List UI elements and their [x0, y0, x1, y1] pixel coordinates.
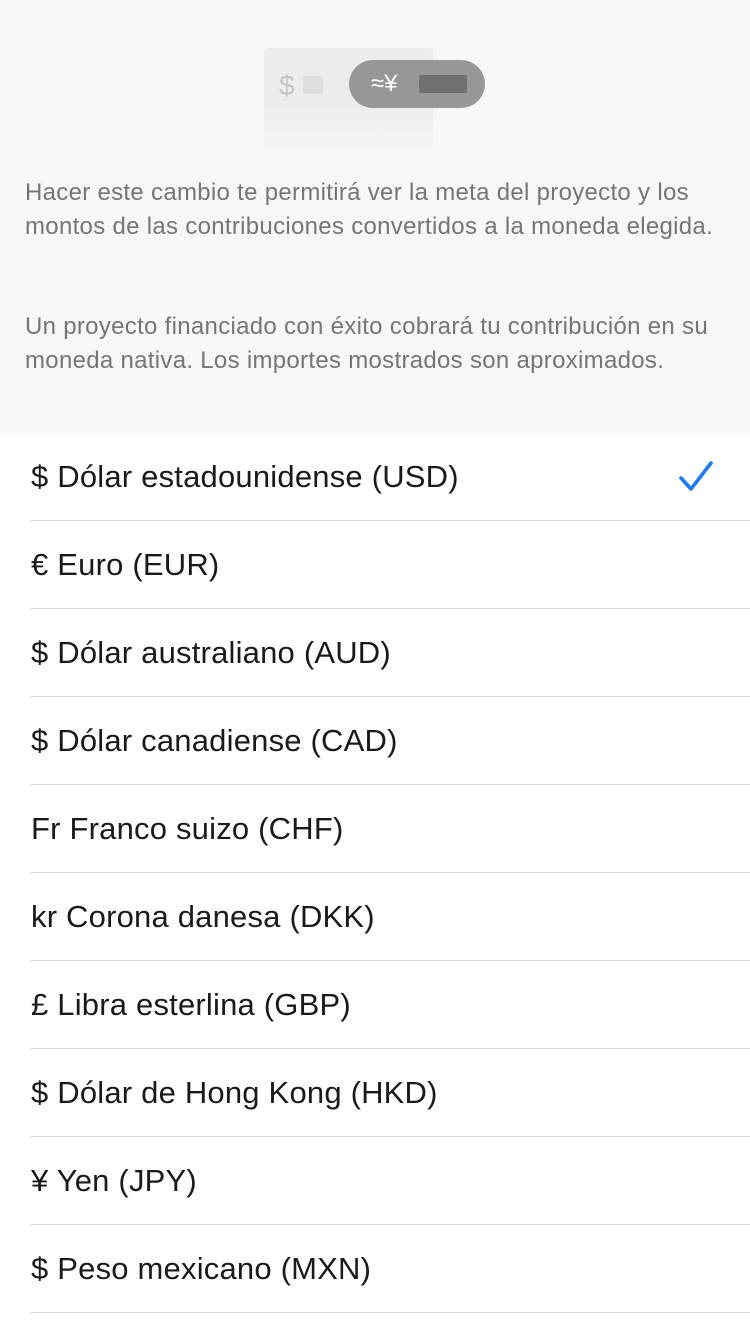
currency-label: € Euro (EUR) [31, 547, 220, 582]
illustration-converted-amount-placeholder [419, 75, 467, 93]
illustration-yen-symbol: ≈¥ [371, 70, 398, 97]
illustration-converted-pill: ≈¥ [349, 60, 485, 108]
illustration-amount-placeholder [303, 76, 323, 94]
currency-option-dkk[interactable]: kr Corona danesa (DKK) [0, 873, 750, 961]
currency-conversion-illustration: $ ≈¥ [264, 48, 486, 148]
currency-option-eur[interactable]: € Euro (EUR) [0, 521, 750, 609]
currency-option-mxn[interactable]: $ Peso mexicano (MXN) [0, 1225, 750, 1313]
currency-label: £ Libra esterlina (GBP) [31, 987, 351, 1022]
currency-label: $ Dólar de Hong Kong (HKD) [31, 1075, 438, 1110]
info-paragraph-conversion: Hacer este cambio te permitirá ver la me… [25, 179, 714, 240]
currency-option-gbp[interactable]: £ Libra esterlina (GBP) [0, 961, 750, 1049]
currency-label: $ Dólar canadiense (CAD) [31, 723, 398, 758]
currency-option-cad[interactable]: $ Dólar canadiense (CAD) [0, 697, 750, 785]
currency-list: $ Dólar estadounidense (USD) € Euro (EUR… [0, 433, 750, 1313]
currency-label: $ Dólar estadounidense (USD) [31, 459, 459, 494]
illustration-dollar-symbol: $ [279, 70, 295, 101]
currency-label: $ Dólar australiano (AUD) [31, 635, 391, 670]
info-header: $ ≈¥ Hacer este cambio te permitirá ver … [0, 0, 750, 433]
currency-option-aud[interactable]: $ Dólar australiano (AUD) [0, 609, 750, 697]
checkmark-icon [679, 461, 713, 491]
currency-option-hkd[interactable]: $ Dólar de Hong Kong (HKD) [0, 1049, 750, 1137]
info-paragraph-charge-note: Un proyecto financiado con éxito cobrará… [25, 313, 708, 374]
currency-label: Fr Franco suizo (CHF) [31, 811, 344, 846]
currency-label: kr Corona danesa (DKK) [31, 899, 375, 934]
currency-label: ¥ Yen (JPY) [31, 1163, 197, 1198]
currency-option-jpy[interactable]: ¥ Yen (JPY) [0, 1137, 750, 1225]
currency-label: $ Peso mexicano (MXN) [31, 1251, 372, 1286]
currency-option-chf[interactable]: Fr Franco suizo (CHF) [0, 785, 750, 873]
currency-option-usd[interactable]: $ Dólar estadounidense (USD) [0, 433, 750, 521]
